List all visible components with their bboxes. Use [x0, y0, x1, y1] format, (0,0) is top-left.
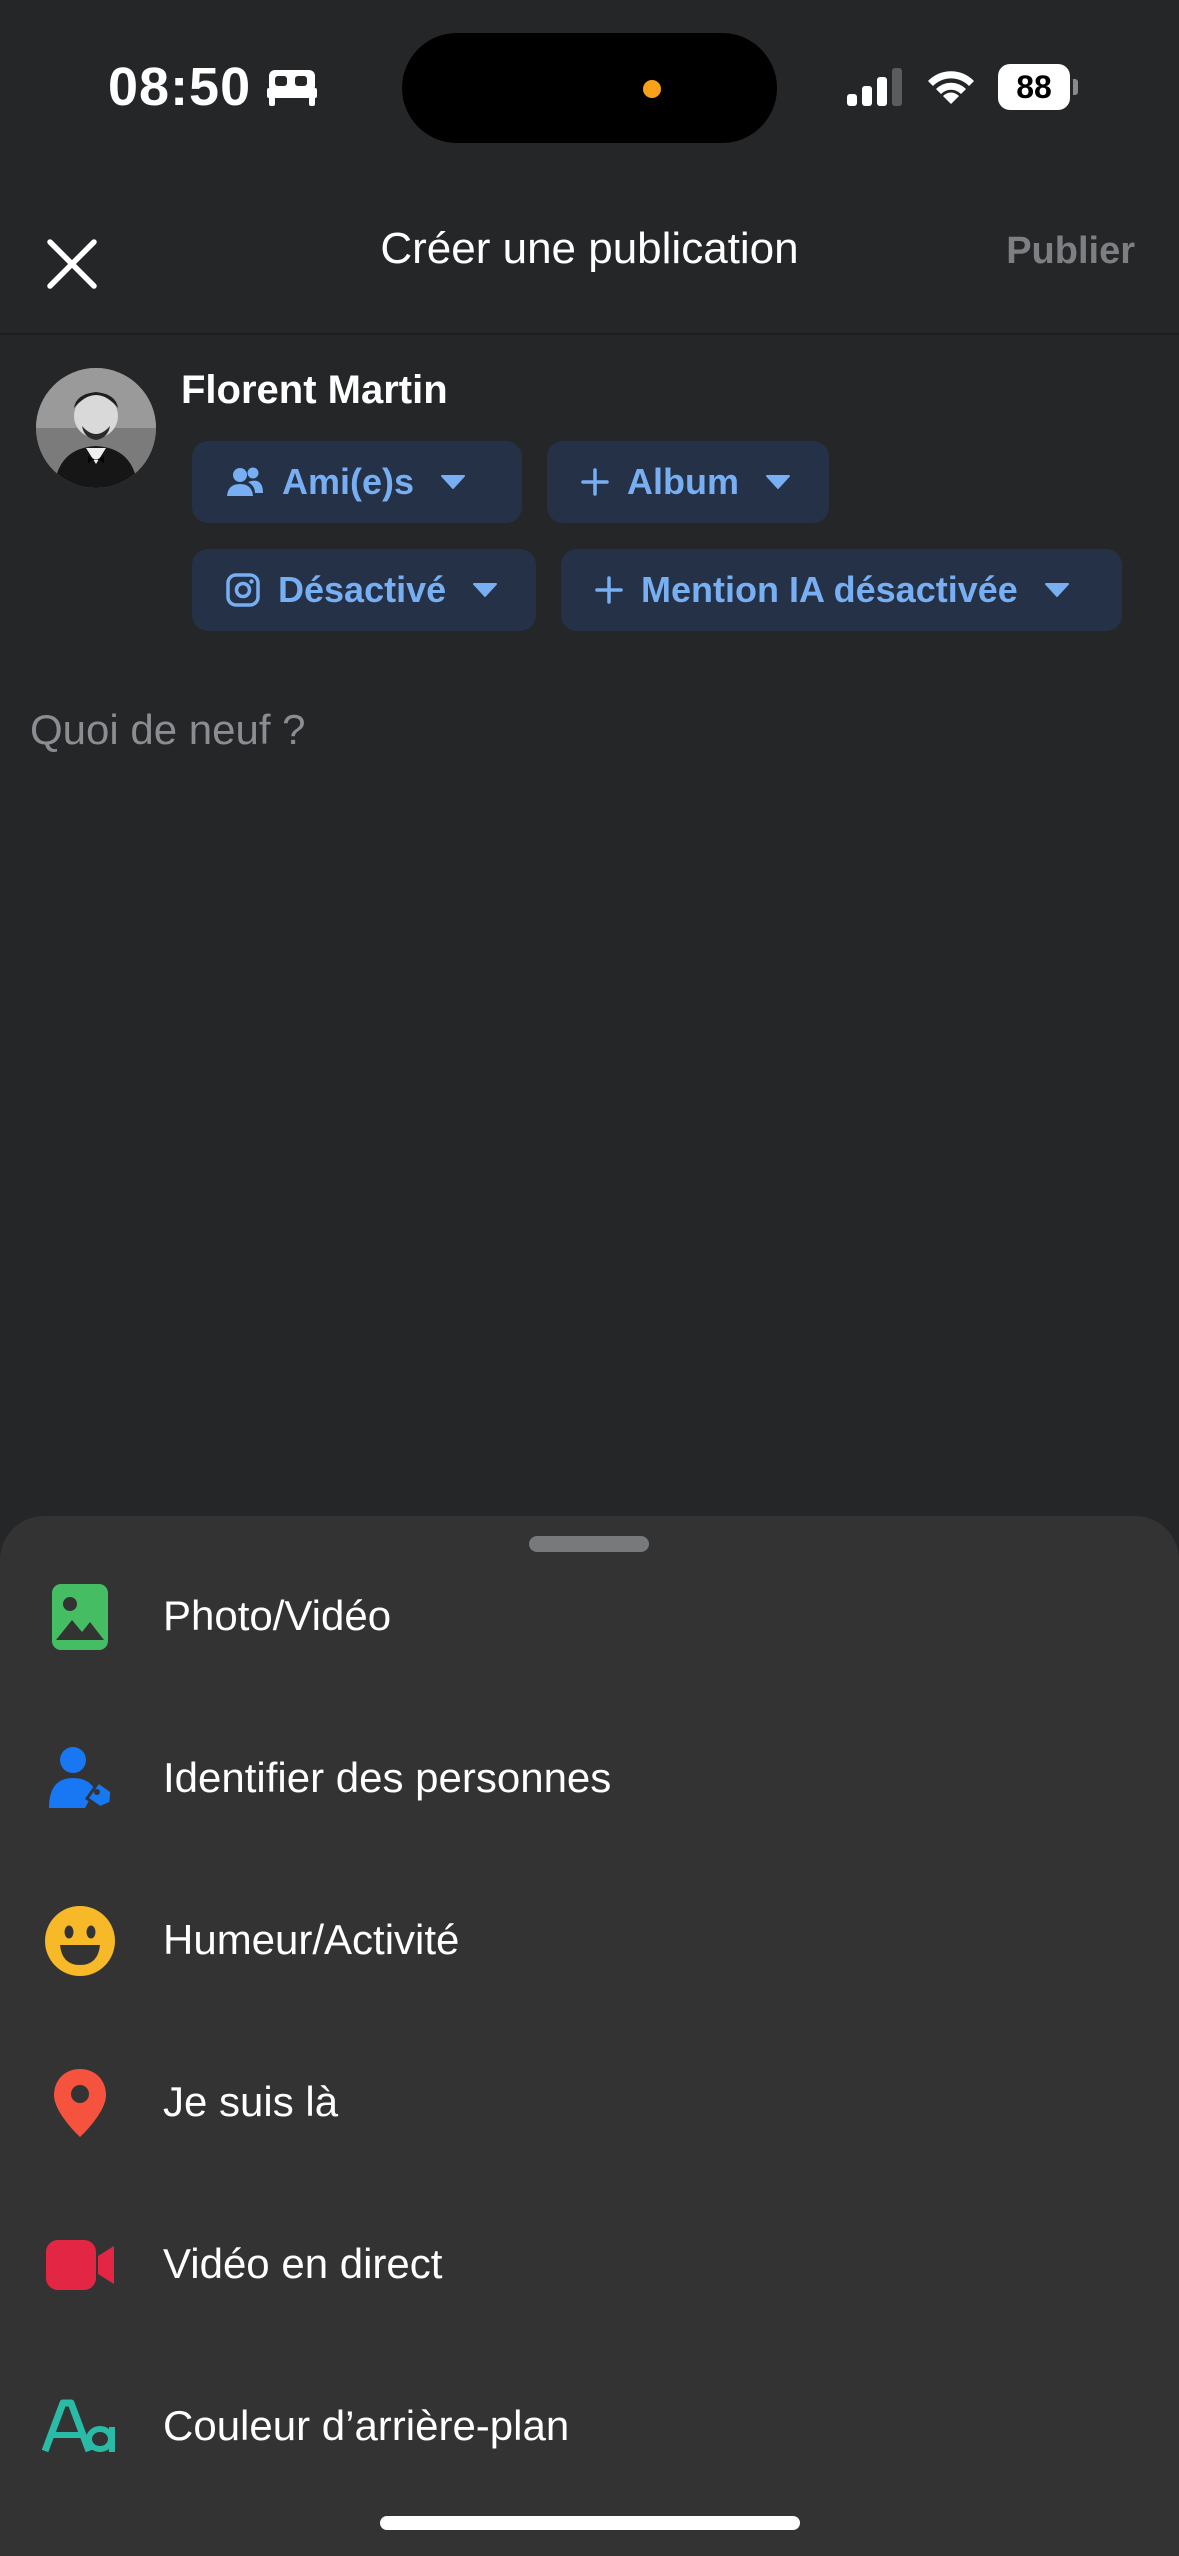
publish-button[interactable]: Publier: [1006, 230, 1135, 273]
audience-selector-button[interactable]: Ami(e)s: [192, 441, 522, 523]
ai-label-selector-button[interactable]: Mention IA désactivée: [561, 549, 1122, 631]
live-video-option[interactable]: Vidéo en direct: [0, 2184, 1179, 2346]
home-indicator[interactable]: [380, 2516, 800, 2530]
plus-icon: [595, 576, 623, 604]
feeling-activity-label: Humeur/Activité: [163, 1916, 460, 1963]
live-video-label: Vidéo en direct: [163, 2240, 443, 2287]
feeling-activity-option[interactable]: Humeur/Activité: [0, 1860, 1179, 2022]
privacy-indicator-dot: [643, 80, 661, 98]
feeling-emoji-icon: [40, 1901, 120, 1981]
background-color-option[interactable]: Couleur d’arrière-plan: [0, 2346, 1179, 2508]
chevron-down-icon: [440, 474, 466, 490]
photo-video-icon: [40, 1577, 120, 1657]
instagram-share-toggle[interactable]: Désactivé: [192, 549, 536, 631]
post-text-input[interactable]: Quoi de neuf ?: [30, 706, 306, 754]
photo-video-option[interactable]: Photo/Vidéo: [0, 1536, 1179, 1698]
ai-label: Mention IA désactivée: [641, 569, 1018, 610]
dynamic-island: [402, 33, 777, 143]
audience-label: Ami(e)s: [282, 461, 415, 502]
cellular-signal-icon: [847, 68, 902, 106]
live-video-icon: [40, 2225, 120, 2305]
instagram-label: Désactivé: [278, 569, 447, 610]
page-title: Créer une publication: [380, 224, 799, 273]
close-button[interactable]: [30, 222, 114, 306]
battery-level: 88: [1016, 69, 1052, 105]
instagram-icon: [226, 573, 260, 607]
sleep-mode-icon: [267, 70, 317, 106]
background-color-icon: [40, 2387, 120, 2467]
tag-people-option[interactable]: Identifier des personnes: [0, 1698, 1179, 1860]
user-name: Florent Martin: [181, 368, 448, 412]
album-selector-button[interactable]: Album: [547, 441, 829, 523]
check-in-option[interactable]: Je suis là: [0, 2022, 1179, 2184]
close-icon: [47, 239, 97, 289]
check-in-label: Je suis là: [163, 2078, 339, 2125]
friends-icon: [226, 466, 264, 498]
add-to-post-sheet: Photo/Vidéo Identifier des personnes Hum…: [0, 1516, 1179, 2556]
status-time: 08:50: [108, 57, 252, 117]
battery-indicator: 88: [998, 64, 1078, 110]
chevron-down-icon: [1044, 582, 1070, 598]
wifi-icon: [928, 71, 974, 104]
status-bar: 08:50 88: [0, 0, 1179, 180]
background-color-label: Couleur d’arrière-plan: [163, 2402, 570, 2449]
tag-people-icon: [40, 1739, 120, 1819]
tag-people-label: Identifier des personnes: [163, 1754, 612, 1801]
avatar: [36, 368, 156, 488]
plus-icon: [581, 468, 609, 496]
chevron-down-icon: [765, 474, 791, 490]
chevron-down-icon: [472, 582, 498, 598]
create-post-header: Créer une publication Publier: [0, 180, 1179, 335]
location-pin-icon: [40, 2063, 120, 2143]
album-label: Album: [627, 461, 739, 502]
photo-video-label: Photo/Vidéo: [163, 1592, 392, 1639]
avatar-photo: [36, 368, 156, 488]
